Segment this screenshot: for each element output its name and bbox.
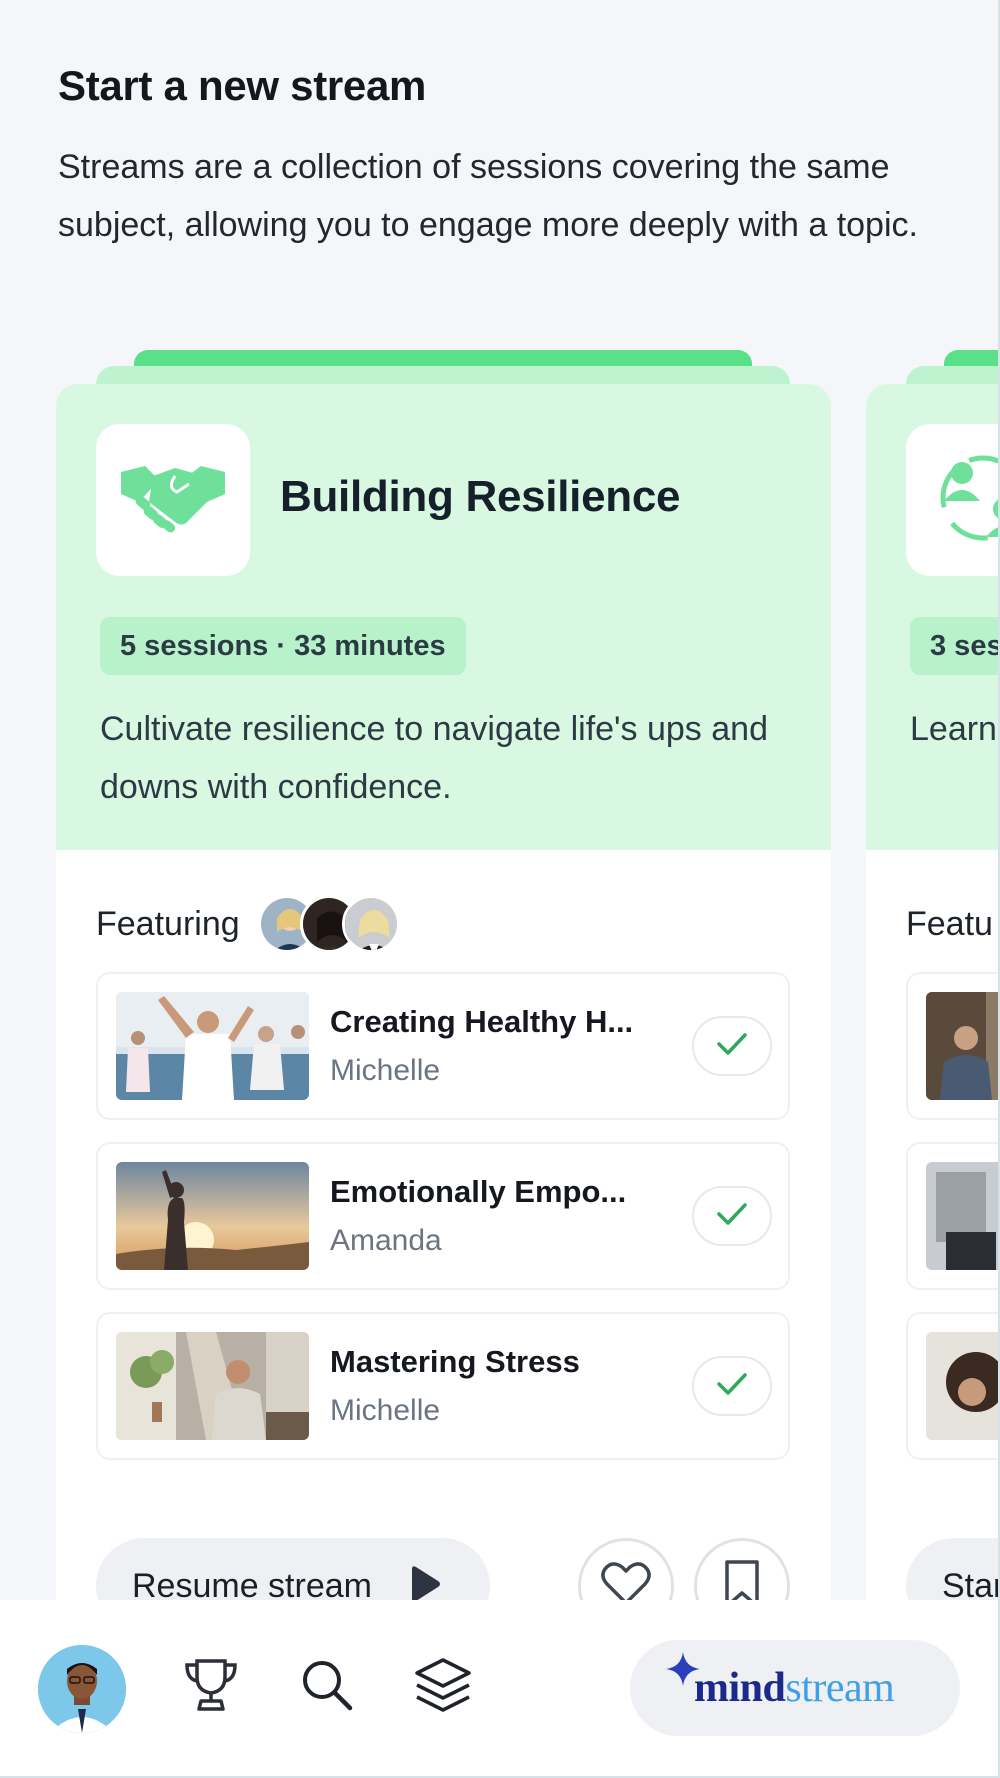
session-item[interactable]: Mastering Stress Michelle xyxy=(96,1312,790,1460)
stream-card-next[interactable]: 3 ses Learn Featu Star xyxy=(866,350,1000,1601)
bookmark-button[interactable] xyxy=(694,1538,790,1600)
mindstream-logo: mindstream xyxy=(694,1664,895,1712)
check-icon xyxy=(716,1201,748,1232)
card-header: 3 ses Learn xyxy=(866,384,998,850)
featuring-label: Featu xyxy=(906,904,993,943)
mindstream-logo-button[interactable]: mindstream xyxy=(630,1640,960,1736)
check-icon xyxy=(716,1371,748,1402)
featuring-label: Featuring xyxy=(96,904,240,943)
session-author: Michelle xyxy=(330,1054,441,1087)
search-icon xyxy=(299,1657,355,1718)
app-frame: Start a new stream Streams are a collect… xyxy=(0,0,1000,1778)
logo-text-mind: mind xyxy=(694,1665,786,1711)
page-header: Start a new stream Streams are a collect… xyxy=(58,62,958,254)
featuring-row: Featuring xyxy=(96,894,400,954)
stream-title: Building Resilience xyxy=(280,472,681,521)
favorite-button[interactable] xyxy=(578,1538,674,1600)
page-subtitle: Streams are a collection of sessions cov… xyxy=(58,148,918,244)
resume-stream-label: Resume stream xyxy=(132,1566,372,1601)
start-stream-label: Star xyxy=(942,1566,1000,1601)
stream-card[interactable]: Building Resilience 5 sessions · 33 minu… xyxy=(56,384,831,1600)
stream-card-building-resilience[interactable]: Building Resilience 5 sessions · 33 minu… xyxy=(56,350,831,1600)
featuring-row: Featu xyxy=(906,894,993,954)
session-thumbnail xyxy=(116,1332,309,1440)
session-item[interactable] xyxy=(906,1312,998,1460)
session-item[interactable] xyxy=(906,972,998,1120)
bookmark-icon xyxy=(722,1559,762,1600)
session-author: Michelle xyxy=(330,1394,441,1427)
streams-carousel[interactable]: Building Resilience 5 sessions · 33 minu… xyxy=(0,340,1000,1601)
resume-stream-button[interactable]: Resume stream xyxy=(96,1538,490,1600)
page-title: Start a new stream xyxy=(58,62,427,109)
layers-icon xyxy=(413,1655,473,1720)
stream-icon-box xyxy=(906,424,998,576)
completed-check-button[interactable] xyxy=(692,1356,772,1416)
profile-avatar-button[interactable] xyxy=(38,1645,126,1733)
completed-check-button[interactable] xyxy=(692,1016,772,1076)
play-icon xyxy=(408,1565,442,1600)
achievements-button[interactable] xyxy=(178,1654,244,1720)
start-stream-button[interactable]: Star xyxy=(906,1538,1000,1601)
streams-button[interactable] xyxy=(410,1654,476,1720)
people-connect-icon xyxy=(928,443,998,558)
session-thumbnail xyxy=(926,1332,998,1440)
session-item[interactable] xyxy=(906,1142,998,1290)
check-icon xyxy=(716,1031,748,1062)
bottom-nav-bar: mindstream xyxy=(0,1600,998,1776)
stream-meta-badge: 5 sessions · 33 minutes xyxy=(100,617,466,675)
completed-check-button[interactable] xyxy=(692,1186,772,1246)
stream-description: Cultivate resilience to navigate life's … xyxy=(100,710,768,806)
featured-avatars xyxy=(257,895,400,953)
session-title: Creating Healthy H... xyxy=(330,1004,634,1039)
trophy-icon xyxy=(181,1655,241,1720)
heart-icon xyxy=(600,1561,652,1600)
session-thumbnail xyxy=(926,1162,998,1270)
search-button[interactable] xyxy=(294,1654,360,1720)
card-header: Building Resilience 5 sessions · 33 minu… xyxy=(56,384,831,850)
logo-text-stream: stream xyxy=(785,1665,895,1711)
session-thumbnail xyxy=(116,992,309,1100)
session-title: Emotionally Empo... xyxy=(330,1174,627,1209)
session-thumbnail xyxy=(926,992,998,1100)
session-thumbnail xyxy=(116,1162,309,1270)
stream-card[interactable]: 3 ses Learn Featu Star xyxy=(866,384,1000,1601)
stream-description: Learn xyxy=(910,710,997,748)
session-item[interactable]: Emotionally Empo... Amanda xyxy=(96,1142,790,1290)
avatar xyxy=(341,895,400,953)
session-title: Mastering Stress xyxy=(330,1344,580,1379)
handshake-icon xyxy=(119,458,227,543)
stream-meta-badge: 3 ses xyxy=(910,617,998,675)
session-item[interactable]: Creating Healthy H... Michelle xyxy=(96,972,790,1120)
stream-icon-box xyxy=(96,424,250,576)
session-author: Amanda xyxy=(330,1224,442,1257)
